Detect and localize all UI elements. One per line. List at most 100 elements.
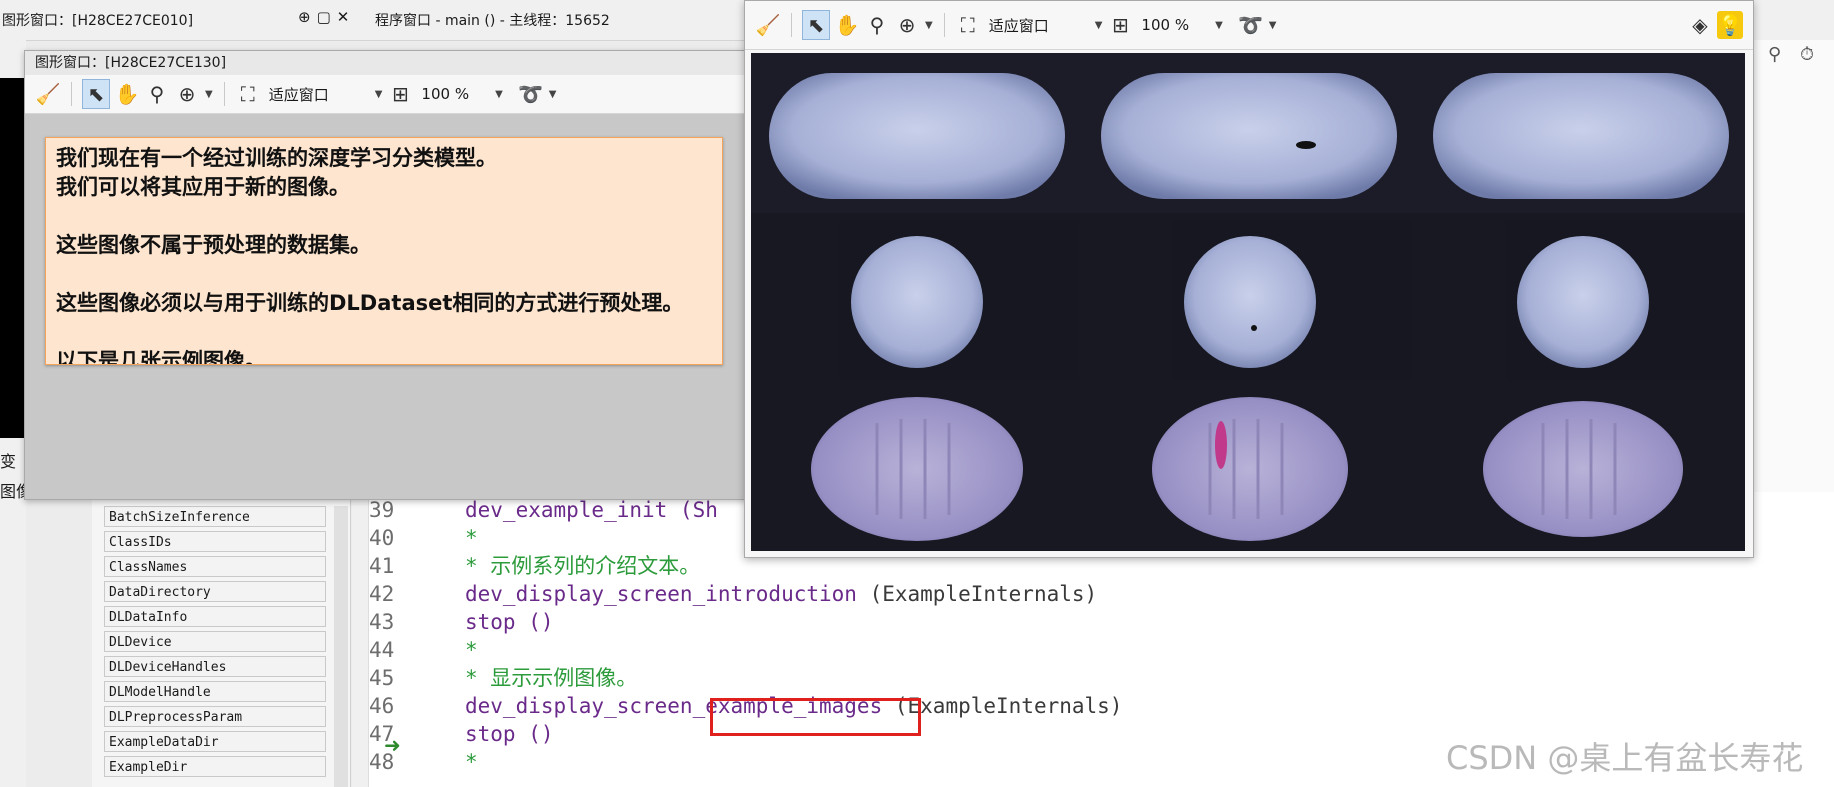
code-token: stop () — [465, 610, 554, 634]
zoom-level-label[interactable]: 100 % — [421, 85, 469, 103]
defect-spot — [1251, 325, 1257, 331]
code-token: dev_example_init (Sh — [465, 498, 718, 522]
hand-icon[interactable]: ✋ — [834, 11, 860, 39]
toolbar-separator — [223, 82, 225, 106]
code-token: dev_display_screen_introduction — [465, 582, 870, 606]
code-line[interactable]: 45 * 显示示例图像。 — [369, 664, 1369, 692]
fit-window-icon[interactable]: ⛶ — [955, 11, 981, 39]
variable-scrollbar[interactable] — [334, 506, 348, 787]
layers-icon[interactable]: ◈ — [1687, 11, 1713, 39]
variable-item[interactable]: DLPreprocessParam — [104, 706, 326, 727]
graphics-window-3-toolbar: 🧹 ⬉ ✋ ⚲ ⊕ ▼ ⛶ 适应窗口 ▼ ⊞ 100 % ▼ ➰ ▼ ◈ 💡 — [745, 1, 1753, 50]
chevron-down-icon[interactable]: ▼ — [205, 89, 213, 100]
chevron-down-icon[interactable]: ▼ — [375, 89, 383, 100]
toolbar-separator — [71, 82, 72, 106]
code-token: * 示例系列的介绍文本。 — [465, 554, 701, 578]
highlight-box — [710, 698, 921, 736]
code-token: * — [465, 526, 478, 550]
variable-item[interactable]: DataDirectory — [104, 581, 326, 602]
chevron-down-icon[interactable]: ▼ — [925, 20, 933, 31]
clear-broom-icon[interactable]: 🧹 — [755, 11, 781, 39]
variable-item[interactable]: BatchSizeInference — [104, 506, 326, 527]
variable-item[interactable]: ClassIDs — [104, 531, 326, 552]
graphics-window-2: 图形窗口：[H28CE27CE130] 🧹 ⬉ ✋ ⚲ ⊕ ▼ ⛶ 适应窗口 ▼ … — [24, 50, 748, 500]
zoom-in-icon[interactable]: ⊕ — [174, 80, 200, 108]
variable-item[interactable]: DLDeviceHandles — [104, 656, 326, 677]
code-line[interactable]: 43 stop () — [369, 608, 1369, 636]
left-black-canvas — [0, 78, 24, 438]
line-number: 46 — [369, 694, 395, 718]
chevron-down-icon[interactable]: ▼ — [495, 89, 503, 100]
line-number: 39 — [369, 498, 395, 522]
code-token: (ExampleInternals) — [894, 694, 1123, 718]
defect-spot — [1215, 421, 1227, 469]
chevron-down-icon[interactable]: ▼ — [1269, 20, 1277, 31]
code-line[interactable]: 42 dev_display_screen_introduction (Examp… — [369, 580, 1369, 608]
code-token: * — [465, 638, 478, 662]
pin-icon[interactable]: ⚲ — [1768, 44, 1781, 65]
zoom-level-label[interactable]: 100 % — [1141, 16, 1189, 34]
fit-window-label[interactable]: 适应窗口 — [269, 84, 329, 105]
lasso-icon[interactable]: ➰ — [1238, 11, 1264, 39]
watermark: CSDN @桌上有盆长寿花 — [1446, 739, 1804, 777]
fit-window-label[interactable]: 适应窗口 — [989, 15, 1049, 36]
code-line[interactable]: 44 * — [369, 636, 1369, 664]
example-images-canvas[interactable] — [751, 53, 1745, 551]
zoom-level-icon[interactable]: ⊞ — [1107, 11, 1133, 39]
intro-text-box: 我们现在有一个经过训练的深度学习分类模型。 我们可以将其应用于新的图像。 这些图… — [45, 137, 723, 365]
graphics-window-2-title: 图形窗口：[H28CE27CE130] — [25, 51, 747, 75]
clear-broom-icon[interactable]: 🧹 — [35, 80, 61, 108]
variable-item[interactable]: ExampleDataDir — [104, 731, 326, 752]
oval-tablet-image — [1152, 397, 1348, 541]
line-number: 45 — [369, 666, 395, 690]
variable-item[interactable]: DLModelHandle — [104, 681, 326, 702]
window-1-controls[interactable]: ⊕▢✕ — [298, 8, 355, 26]
line-number: 41 — [369, 554, 395, 578]
search-icon[interactable]: ⚲ — [144, 80, 170, 108]
chevron-down-icon[interactable]: ▼ — [1215, 20, 1223, 31]
example-images-svg — [751, 53, 1745, 541]
line-number: 40 — [369, 526, 395, 550]
graphics-window-1-title: 图形窗口：[H28CE27CE010] — [2, 13, 194, 29]
capsule-pill-image — [1101, 73, 1397, 199]
current-line-arrow-icon: ➜ — [384, 733, 401, 757]
defect-spot — [1296, 141, 1316, 149]
oval-tablet-image — [1483, 401, 1683, 537]
toolbar-separator — [943, 13, 945, 37]
code-line[interactable]: 48 * — [369, 748, 1369, 776]
round-pill-image — [1184, 236, 1316, 368]
left-strip-label-1: 变 — [0, 452, 17, 471]
line-number: 43 — [369, 610, 395, 634]
program-window-title: 程序窗口 - main () - 主线程：15652 — [375, 13, 610, 29]
timer-icon[interactable]: ⏱ — [1800, 44, 1814, 65]
round-pill-image — [1517, 236, 1649, 368]
pointer-icon[interactable]: ⬉ — [802, 10, 830, 40]
chevron-down-icon[interactable]: ▼ — [1095, 20, 1103, 31]
editor-gutter — [352, 492, 369, 787]
toolbar-separator — [791, 13, 792, 37]
line-number: 42 — [369, 582, 395, 606]
lightbulb-icon[interactable]: 💡 — [1717, 11, 1743, 39]
graphics-window-3: 🧹 ⬉ ✋ ⚲ ⊕ ▼ ⛶ 适应窗口 ▼ ⊞ 100 % ▼ ➰ ▼ ◈ 💡 — [744, 0, 1754, 558]
chevron-down-icon[interactable]: ▼ — [549, 89, 557, 100]
graphics-window-2-toolbar: 🧹 ⬉ ✋ ⚲ ⊕ ▼ ⛶ 适应窗口 ▼ ⊞ 100 % ▼ ➰ ▼ — [25, 75, 747, 114]
round-pill-image — [851, 236, 983, 368]
capsule-pill-image — [1433, 73, 1729, 199]
search-icon[interactable]: ⚲ — [864, 11, 890, 39]
code-token: * — [465, 750, 478, 774]
variable-item[interactable]: ClassNames — [104, 556, 326, 577]
variable-item[interactable]: ExampleDir — [104, 756, 326, 777]
lasso-icon[interactable]: ➰ — [518, 80, 544, 108]
pointer-icon[interactable]: ⬉ — [82, 79, 110, 109]
oval-tablet-image — [811, 397, 1023, 541]
capsule-pill-image — [769, 73, 1065, 199]
variable-item[interactable]: DLDataInfo — [104, 606, 326, 627]
hand-icon[interactable]: ✋ — [114, 80, 140, 108]
zoom-level-icon[interactable]: ⊞ — [387, 80, 413, 108]
code-token: stop () — [465, 722, 554, 746]
fit-window-icon[interactable]: ⛶ — [235, 80, 261, 108]
line-number: 44 — [369, 638, 395, 662]
variable-item[interactable]: DLDevice — [104, 631, 326, 652]
zoom-in-icon[interactable]: ⊕ — [894, 11, 920, 39]
code-token: * 显示示例图像。 — [465, 666, 638, 690]
